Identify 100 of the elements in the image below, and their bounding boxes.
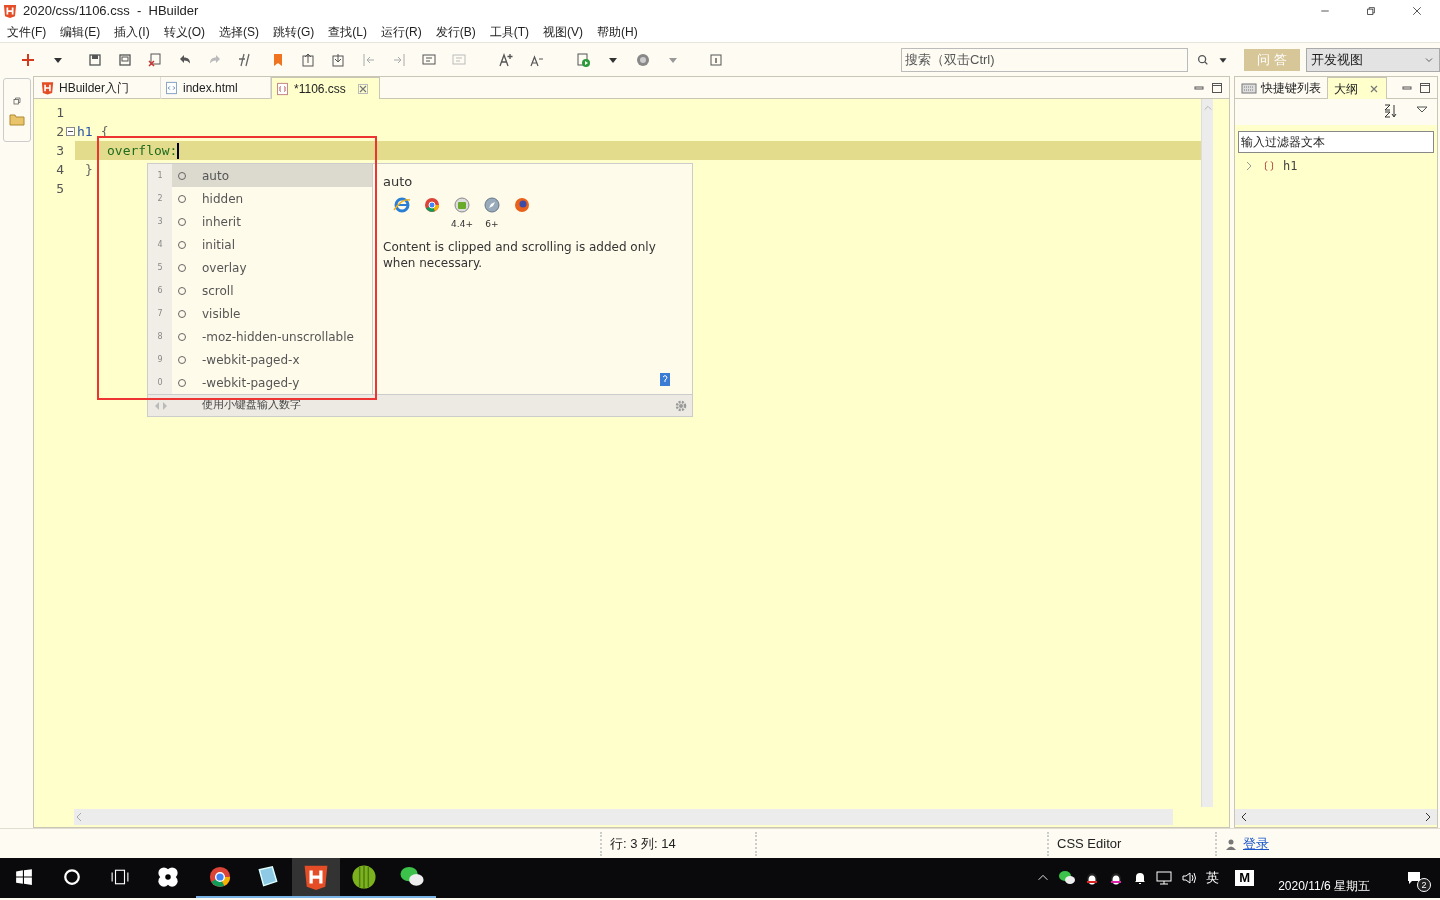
new-file-icon[interactable] [20, 51, 36, 68]
input-method-indicator[interactable]: 英 [1206, 868, 1220, 888]
notification-count: 2 [1417, 878, 1431, 892]
ime-mode-indicator[interactable]: M [1235, 870, 1255, 886]
volume-icon[interactable] [1180, 870, 1199, 886]
message-icon [1406, 869, 1422, 886]
menu-item[interactable]: 转义(O) [156, 22, 212, 42]
close-file-icon[interactable] [147, 51, 163, 68]
sort-icon[interactable] [1383, 103, 1399, 119]
suggestion-item[interactable]: 1 auto [148, 164, 372, 187]
menu-item[interactable]: 文件(F) [0, 22, 54, 42]
file-icon [276, 81, 289, 96]
filter-field[interactable]: 输入过滤器文本 [1238, 131, 1434, 153]
chat-bubbles-icon[interactable] [1058, 869, 1077, 887]
network-icon[interactable] [1156, 870, 1173, 886]
suggestion-label: hidden [202, 190, 244, 208]
windows-start-icon[interactable] [15, 868, 33, 886]
panel-tab[interactable]: 大纲 [1327, 77, 1387, 99]
suggestion-item[interactable]: 3 inherit [148, 210, 372, 233]
code-brace: } [85, 161, 93, 179]
item-number: 7 [148, 302, 172, 325]
editor-tab[interactable]: *1106.css [271, 77, 380, 99]
search-circle-icon[interactable] [63, 868, 81, 886]
browser-icon[interactable] [635, 51, 651, 68]
suggestion-item[interactable]: 7 visible [148, 302, 372, 325]
suggestion-item[interactable]: 6 scroll [148, 279, 372, 302]
suggestion-item[interactable]: 9 -webkit-paged-x [148, 348, 372, 371]
close-icon[interactable] [356, 82, 369, 95]
menu-item[interactable]: 运行(R) [374, 22, 429, 42]
info-icon[interactable] [708, 51, 724, 68]
login-link[interactable]: 登录 [1243, 833, 1269, 854]
melon-icon[interactable] [351, 864, 377, 890]
css-selector: h1 [77, 123, 93, 141]
keyboard-icon [1241, 80, 1257, 96]
suggestion-item[interactable]: 2 hidden [148, 187, 372, 210]
close-icon [1411, 5, 1423, 17]
search-field[interactable]: 搜索（双击Ctrl) [901, 47, 1188, 72]
suggestion-label: initial [202, 236, 235, 254]
suggestion-item[interactable]: 5 overlay [148, 256, 372, 279]
menu-item[interactable]: 跳转(G) [266, 22, 322, 42]
browser-icon [483, 195, 501, 214]
h-logo-icon [41, 81, 54, 95]
date-label[interactable]: 2020/11/6 星期五 [1278, 877, 1370, 895]
css-property: overflow: [107, 142, 178, 160]
suggestion-item[interactable]: 0 -webkit-paged-y [148, 371, 372, 394]
item-number: 8 [148, 325, 172, 348]
help-icon[interactable] [658, 372, 672, 388]
pinwheel-icon[interactable] [157, 866, 179, 888]
item-number: 0 [148, 371, 172, 394]
notification-center-button[interactable]: 2 [1402, 863, 1432, 893]
doc-title: auto [383, 173, 414, 191]
menu-item[interactable]: 编辑(E) [53, 22, 108, 42]
editor-type: CSS Editor [1057, 834, 1123, 853]
maximize-icon[interactable] [1211, 82, 1223, 94]
task-view-icon[interactable] [110, 868, 130, 886]
run-icon[interactable] [575, 51, 591, 68]
browser-icon [453, 195, 471, 214]
fold-toggle-icon[interactable] [66, 127, 75, 136]
editor-tab[interactable]: HBuilder入门 [37, 77, 161, 99]
format-icon[interactable] [237, 51, 253, 68]
browser-version: 6+ [485, 217, 499, 231]
import-icon[interactable] [330, 51, 346, 68]
save-icon[interactable] [87, 51, 103, 68]
search-icon[interactable] [1196, 52, 1210, 67]
suggestion-label: -webkit-paged-x [202, 351, 300, 369]
browser-version: 4.4+ [451, 217, 473, 231]
font-increase-icon[interactable] [498, 51, 514, 68]
line-number: 5 [55, 180, 65, 198]
scroll-left-icon[interactable] [1239, 811, 1249, 823]
menu-item[interactable]: 发行(B) [428, 22, 483, 42]
menu-item[interactable]: 查找(L) [321, 22, 374, 42]
browser-icon [513, 195, 531, 214]
save-all-icon[interactable] [117, 51, 133, 68]
menu-item[interactable]: 视图(V) [536, 22, 590, 42]
menu-item[interactable]: 插入(I) [107, 22, 157, 42]
scroll-right-icon[interactable] [1423, 811, 1433, 823]
suggestion-item[interactable]: 8 -moz-hidden-unscrollable [148, 325, 372, 348]
outline-item[interactable]: h1 [1235, 153, 1437, 175]
h-logo-icon[interactable] [303, 864, 329, 890]
menu-item[interactable]: 帮助(H) [590, 22, 645, 42]
suggestion-label: -webkit-paged-y [202, 374, 300, 392]
perspective-dropdown[interactable]: 开发视图 [1306, 47, 1440, 72]
menu-item[interactable]: 工具(T) [482, 22, 536, 42]
text-cursor [177, 143, 180, 159]
suggestion-label: auto [202, 167, 229, 185]
app-logo-icon [3, 3, 17, 19]
chrome-icon[interactable] [207, 864, 233, 890]
doc-description: Content is clipped and scrolling is added only when necessary. [383, 239, 657, 271]
css-rule-icon [1263, 160, 1275, 172]
item-number: 5 [148, 256, 172, 279]
export-icon[interactable] [300, 51, 316, 68]
user-icon [1225, 837, 1237, 850]
maximize-icon[interactable] [1419, 82, 1431, 94]
suggestion-item[interactable]: 4 initial [148, 233, 372, 256]
item-number: 4 [148, 233, 172, 256]
menu-item[interactable]: 选择(S) [212, 22, 266, 42]
restore-icon[interactable] [11, 95, 23, 107]
outline-label: h1 [1283, 158, 1298, 175]
panel-tab[interactable]: 快捷键列表 [1235, 77, 1327, 99]
line-number: 3 [55, 142, 65, 160]
